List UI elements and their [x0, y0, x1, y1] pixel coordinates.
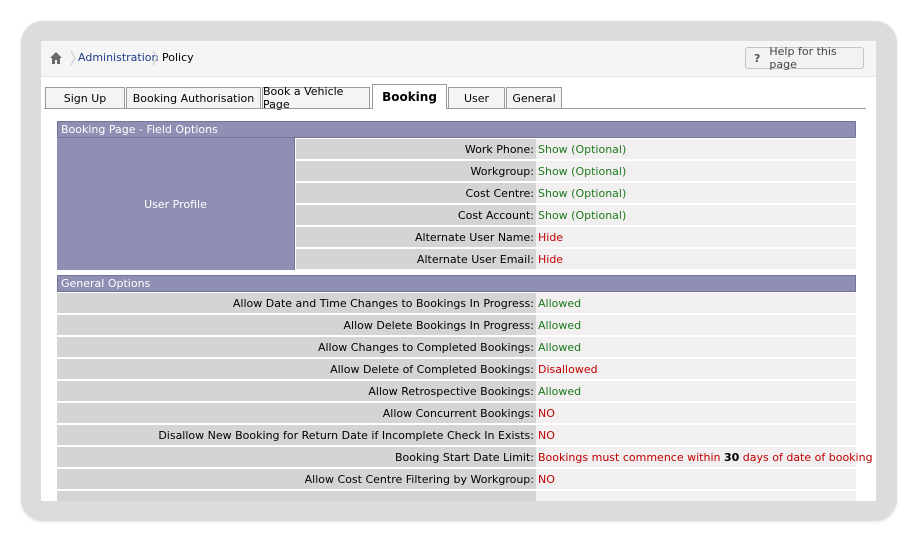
section-header-general-options: General Options	[57, 275, 856, 292]
field-value: Show (Optional)	[536, 205, 856, 226]
option-value: NO	[536, 403, 856, 424]
field-value: Hide	[536, 227, 856, 248]
table-row: Allow Delete Bookings In Progress: Allow…	[41, 315, 856, 336]
value-days: 30	[723, 451, 740, 464]
option-label	[57, 491, 536, 501]
option-label: Disallow New Booking for Return Date if …	[57, 425, 536, 446]
table-row: Work Phone: Show (Optional)	[41, 139, 856, 160]
field-value: Hide	[536, 249, 856, 270]
option-value: Bookings must commence within 30 days of…	[536, 447, 873, 468]
tab-sign-up[interactable]: Sign Up	[45, 87, 125, 108]
content-panel: Administration Policy ? Help for this pa…	[41, 41, 876, 501]
field-value: Show (Optional)	[536, 161, 856, 182]
table-row: Allow Cost Centre Filtering by Workgroup…	[41, 469, 856, 490]
tab-book-a-vehicle-page[interactable]: Book a Vehicle Page	[262, 85, 370, 111]
tab-general[interactable]: General	[506, 87, 562, 108]
table-row: Disallow New Booking for Return Date if …	[41, 425, 856, 446]
field-label: Alternate User Email:	[296, 249, 536, 270]
field-label: Work Phone:	[296, 139, 536, 160]
header-bar: Administration Policy ? Help for this pa…	[41, 41, 876, 77]
option-value: Allowed	[536, 381, 856, 402]
table-row: Alternate User Name: Hide	[41, 227, 856, 248]
option-label: Allow Cost Centre Filtering by Workgroup…	[57, 469, 536, 490]
option-value	[536, 491, 856, 501]
help-button-label: Help for this page	[769, 45, 837, 71]
tab-booking-authorisation[interactable]: Booking Authorisation	[126, 87, 261, 108]
field-label: Cost Centre:	[296, 183, 536, 204]
help-button[interactable]: ? Help for this page	[745, 45, 864, 71]
field-value: Show (Optional)	[536, 183, 856, 204]
breadcrumb-administration[interactable]: Administration	[78, 51, 159, 65]
help-question-icon: ?	[754, 51, 761, 65]
breadcrumb-separator-icon	[152, 50, 158, 66]
home-icon[interactable]	[49, 51, 63, 65]
option-value: Allowed	[536, 337, 856, 358]
tabs-baseline	[44, 108, 866, 109]
option-label: Allow Delete of Completed Bookings:	[57, 359, 536, 380]
option-label: Allow Concurrent Bookings:	[57, 403, 536, 424]
table-row: Booking Start Date Limit: Bookings must …	[41, 447, 873, 468]
option-value: NO	[536, 469, 856, 490]
table-row: Allow Concurrent Bookings: NO	[41, 403, 856, 424]
table-row: Allow Retrospective Bookings: Allowed	[41, 381, 856, 402]
section-header-field-options: Booking Page - Field Options	[57, 121, 856, 138]
tab-user[interactable]: User	[448, 87, 505, 108]
option-value: NO	[536, 425, 856, 446]
field-value: Show (Optional)	[536, 139, 856, 160]
table-row: Cost Account: Show (Optional)	[41, 205, 856, 226]
value-prefix: Bookings must commence within	[538, 451, 724, 464]
option-label: Allow Delete Bookings In Progress:	[57, 315, 536, 336]
field-label: Cost Account:	[296, 205, 536, 226]
table-row: Cost Centre: Show (Optional)	[41, 183, 856, 204]
table-row: Alternate User Email: Hide	[41, 249, 856, 270]
table-row: Allow Changes to Completed Bookings: All…	[41, 337, 856, 358]
table-row: Workgroup: Show (Optional)	[41, 161, 856, 182]
option-label: Allow Changes to Completed Bookings:	[57, 337, 536, 358]
tab-booking[interactable]: Booking	[372, 84, 447, 109]
table-row: Allow Date and Time Changes to Bookings …	[41, 293, 856, 314]
field-label: Workgroup:	[296, 161, 536, 182]
option-value: Allowed	[536, 315, 856, 336]
option-value: Disallowed	[536, 359, 856, 380]
table-row: Allow Delete of Completed Bookings: Disa…	[41, 359, 856, 380]
option-label: Allow Retrospective Bookings:	[57, 381, 536, 402]
field-label: Alternate User Name:	[296, 227, 536, 248]
option-value: Allowed	[536, 293, 856, 314]
table-row	[41, 491, 856, 501]
option-label: Booking Start Date Limit:	[57, 447, 536, 468]
breadcrumb-policy: Policy	[162, 51, 194, 64]
option-label: Allow Date and Time Changes to Bookings …	[57, 293, 536, 314]
breadcrumb-separator-icon	[70, 50, 76, 66]
value-suffix: days of date of booking	[739, 451, 873, 464]
